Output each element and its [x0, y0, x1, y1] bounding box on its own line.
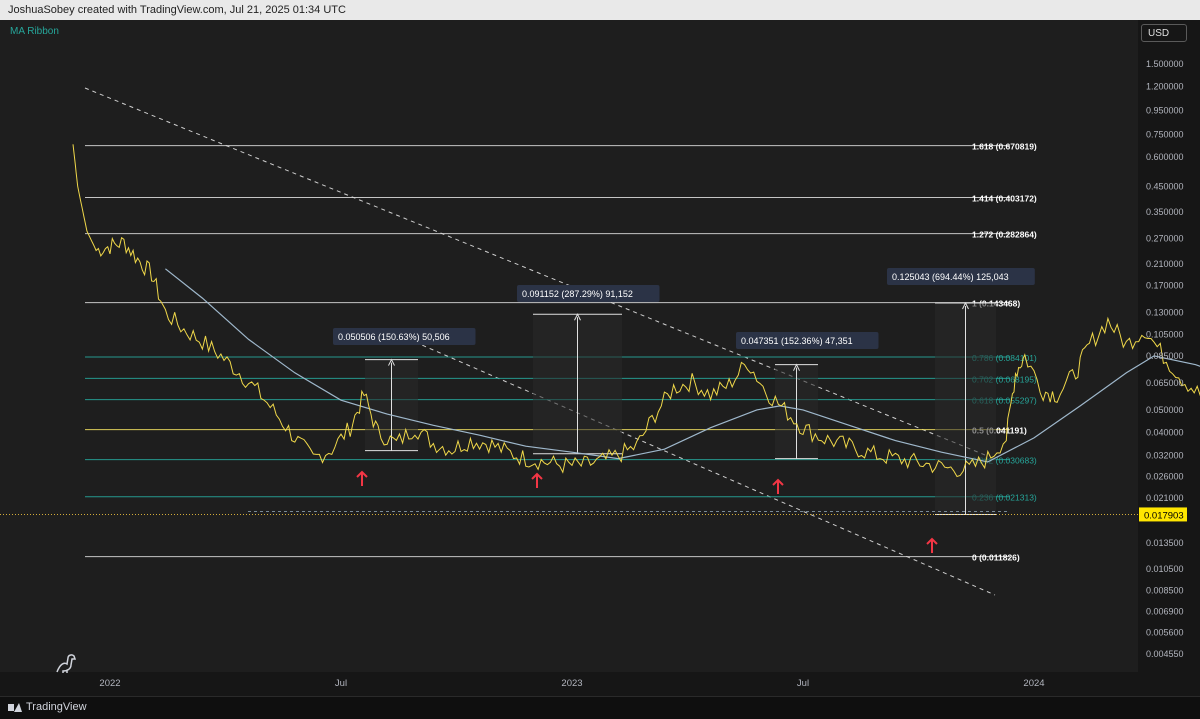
y-tick-label: 0.050000: [1146, 405, 1184, 415]
measure-label: 0.125043 (694.44%) 125,043: [892, 272, 1009, 282]
current-price-label: 0.017903: [1144, 510, 1184, 521]
bounce-arrow-icon: [356, 470, 368, 486]
y-tick-label: 1.200000: [1146, 81, 1184, 91]
y-tick-label: 0.040000: [1146, 428, 1184, 438]
y-tick-label: 0.170000: [1146, 280, 1184, 290]
y-tick-label: 0.130000: [1146, 308, 1184, 318]
brand-label: TradingView: [26, 701, 87, 713]
y-tick-label: 0.013500: [1146, 538, 1184, 548]
y-tick-label: 0.008500: [1146, 585, 1184, 595]
tradingview-brand[interactable]: TradingView: [8, 701, 87, 713]
dino-icon: [56, 654, 77, 673]
y-tick-label: 0.085000: [1146, 351, 1184, 361]
y-tick-label: 0.750000: [1146, 129, 1184, 139]
y-tick-label: 0.005600: [1146, 628, 1184, 638]
y-tick-label: 0.010500: [1146, 564, 1184, 574]
y-tick-label: 0.210000: [1146, 259, 1184, 269]
measure-label: 0.050506 (150.63%) 50,506: [338, 332, 450, 342]
bounce-arrow-icon: [531, 472, 543, 488]
y-tick-label: 0.032000: [1146, 450, 1184, 460]
x-tick-label: 2024: [1023, 678, 1044, 689]
x-tick-label: Jul: [335, 678, 347, 689]
fib-level-label: 1.618 (0.670819): [972, 142, 1037, 152]
y-tick-label: 0.350000: [1146, 207, 1184, 217]
y-tick-label: 0.006900: [1146, 606, 1184, 616]
currency-button[interactable]: USD: [1141, 24, 1187, 42]
price-chart[interactable]: 1.618 (0.670819) 1.414 (0.403172) 1.272 (0…: [0, 0, 1200, 719]
fib-level-label: 0 (0.011826): [972, 553, 1020, 563]
x-tick-label: Jul: [797, 678, 809, 689]
footer: TradingView: [0, 696, 1200, 719]
measure-label: 0.047351 (152.36%) 47,351: [741, 336, 853, 346]
y-tick-label: 0.270000: [1146, 233, 1184, 243]
y-tick-label: 0.950000: [1146, 105, 1184, 115]
x-tick-label: 2023: [561, 678, 582, 689]
y-tick-label: 1.500000: [1146, 59, 1184, 69]
indicator-label[interactable]: MA Ribbon: [10, 26, 59, 37]
x-tick-label: 2022: [99, 678, 120, 689]
y-tick-label: 0.026000: [1146, 471, 1184, 481]
fib-level-label: 1.272 (0.282864): [972, 230, 1037, 240]
fib-level-label: 1.414 (0.403172): [972, 193, 1037, 203]
y-tick-label: 0.021000: [1146, 493, 1184, 503]
y-tick-label: 0.105000: [1146, 329, 1184, 339]
y-tick-label: 0.600000: [1146, 152, 1184, 162]
y-tick-label: 0.004550: [1146, 649, 1184, 659]
y-tick-label: 0.450000: [1146, 181, 1184, 191]
measure-label: 0.091152 (287.29%) 91,152: [522, 289, 633, 299]
y-tick-label: 0.065000: [1146, 378, 1184, 388]
tradingview-logo-icon: [8, 702, 22, 712]
bounce-arrow-icon: [926, 537, 938, 553]
bounce-arrow-icon: [772, 478, 784, 494]
